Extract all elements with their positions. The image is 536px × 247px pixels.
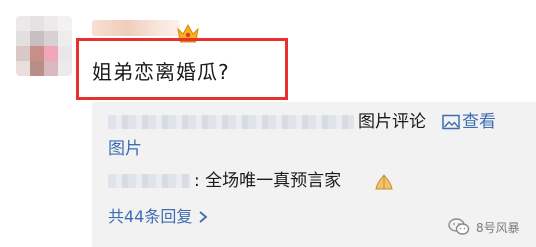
reply-username-blurred-2[interactable]: [108, 174, 190, 188]
weibo-comment-screen: 姐弟恋离婚瓜? 图片评论 查看 图片 : 全场唯一真预言家 共44条回复 8号风…: [0, 0, 536, 247]
view-image-label-part1: 查看: [462, 112, 496, 132]
reply-text: : 全场唯一真预言家: [194, 171, 342, 191]
image-comment-label: 图片评论: [358, 112, 426, 132]
avatar[interactable]: [16, 16, 72, 76]
view-image-label-part2[interactable]: 图片: [108, 138, 142, 160]
image-icon: [442, 114, 460, 130]
wechat-icon: [448, 218, 470, 235]
reply-username-blurred[interactable]: [108, 115, 354, 129]
more-replies-label: 共44条回复: [108, 207, 193, 226]
comment-text: 姐弟恋离婚瓜?: [92, 60, 230, 84]
folded-hands-icon: [375, 174, 393, 190]
more-replies-link[interactable]: 共44条回复: [108, 206, 208, 228]
username-blurred[interactable]: [92, 20, 180, 36]
chevron-right-icon: [199, 211, 208, 223]
view-image-link[interactable]: 查看: [442, 111, 496, 133]
watermark-text: 8号风暴: [476, 220, 520, 235]
watermark: 8号风暴: [448, 218, 520, 236]
